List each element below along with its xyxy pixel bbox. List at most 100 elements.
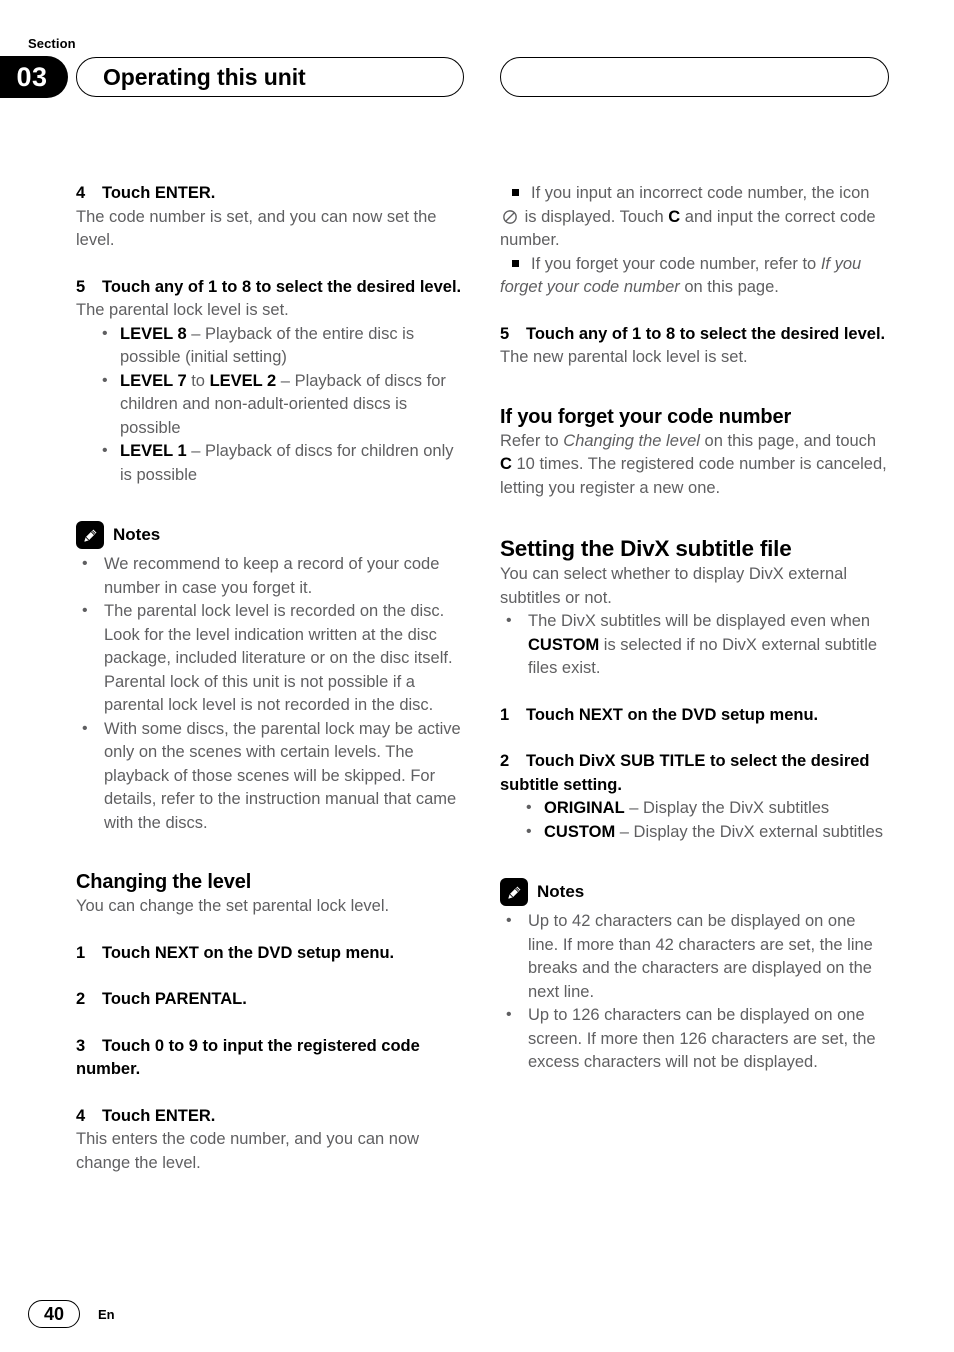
notes-header: Notes xyxy=(500,878,890,906)
step-number: 4 xyxy=(76,184,86,202)
step-heading: 5 Touch any of 1 to 8 to select the desir… xyxy=(500,323,890,347)
manual-page: Section 03 Operating this unit 4 Touch EN… xyxy=(0,0,954,1352)
list-item: LEVEL 7 to LEVEL 2 – Playback of discs f… xyxy=(76,369,466,441)
step-body: The new parental lock level is set. xyxy=(500,348,748,366)
body-text-part: Refer to xyxy=(500,431,564,450)
notes-list: Up to 42 characters can be displayed on … xyxy=(500,909,890,1075)
notes-list: We recommend to keep a record of your co… xyxy=(76,552,466,836)
step-title: Touch NEXT on the DVD setup menu. xyxy=(526,705,819,724)
subsection-heading: If you forget your code number xyxy=(500,405,792,428)
pencil-icon xyxy=(76,521,104,549)
note-text: is displayed. Touch xyxy=(520,207,669,226)
option-term-2: LEVEL 2 xyxy=(209,371,277,390)
list-item: LEVEL 8 – Playback of the entire disc is… xyxy=(76,322,466,370)
square-bullet-icon xyxy=(512,259,519,267)
subtitle-options-list: ORIGINAL – Display the DivX subtitles CU… xyxy=(500,796,890,845)
bullet-text: The DivX subtitles will be displayed eve… xyxy=(528,612,871,630)
step-title: Touch DivX SUB TITLE to select the desir… xyxy=(500,752,870,794)
option-term: LEVEL 8 xyxy=(120,324,187,343)
step-heading: 4 Touch ENTER. xyxy=(76,182,466,206)
note-keyword: C xyxy=(668,207,681,226)
option-desc: – Display the DivX external subtitles xyxy=(615,822,883,841)
language-code: En xyxy=(98,1306,115,1322)
body-reference: Changing the level xyxy=(563,431,700,450)
list-item: If you input an incorrect code number, t… xyxy=(500,182,890,253)
step-heading: 2 Touch DivX SUB TITLE to select the desi… xyxy=(500,750,890,797)
prohibition-icon xyxy=(502,209,518,225)
chapter-title-pill: Operating this unit xyxy=(76,57,464,97)
list-item: ORIGINAL – Display the DivX subtitles xyxy=(500,796,890,821)
step-title: Touch any of 1 to 8 to select the desire… xyxy=(102,277,462,296)
step-number: 1 xyxy=(76,943,86,962)
step-heading: 1 Touch NEXT on the DVD setup menu. xyxy=(76,942,466,966)
body-text-part: on this page, and touch xyxy=(699,431,877,450)
note-text: on this page. xyxy=(679,278,779,296)
section-heading: Setting the DivX subtitle file xyxy=(500,536,792,561)
list-item: Up to 126 characters can be displayed on… xyxy=(500,1003,890,1075)
step-body: The code number is set, and you can now … xyxy=(76,207,437,250)
subsection-body: Refer to Changing the level on this page… xyxy=(500,430,890,501)
list-item: Up to 42 characters can be displayed on … xyxy=(500,909,890,1004)
page-title: Operating this unit xyxy=(103,63,306,90)
body-text-part: 10 times. The registered code number is … xyxy=(500,455,887,497)
square-bullet-icon xyxy=(512,189,519,197)
option-joiner: to xyxy=(186,371,210,390)
list-item: We recommend to keep a record of your co… xyxy=(76,552,466,600)
notes-title: Notes xyxy=(537,882,585,901)
subsection-heading: Changing the level xyxy=(76,871,252,893)
list-item: CUSTOM – Display the DivX external subti… xyxy=(500,820,890,845)
list-item: If you forget your code number, refer to… xyxy=(500,253,890,300)
step-title: Touch ENTER. xyxy=(102,184,216,202)
page-footer: 40 En xyxy=(28,1300,115,1328)
left-column: 4 Touch ENTER. The code number is set, an… xyxy=(76,182,466,1175)
list-item: The parental lock level is recorded on t… xyxy=(76,599,466,718)
bullet-keyword: CUSTOM xyxy=(528,635,600,654)
step-number: 4 xyxy=(76,1106,86,1125)
section-number-badge: 03 xyxy=(0,56,68,98)
section-intro: You can select whether to display DivX e… xyxy=(500,565,847,607)
list-item: LEVEL 1 – Playback of discs for children… xyxy=(76,439,466,487)
step-title: Touch 0 to 9 to input the registered cod… xyxy=(76,1036,420,1079)
list-item: With some discs, the parental lock may b… xyxy=(76,717,466,836)
notes-title: Notes xyxy=(113,525,161,544)
page-number: 40 xyxy=(28,1300,80,1328)
note-text: If you forget your code number, refer to xyxy=(531,254,821,273)
step-number: 3 xyxy=(76,1036,86,1055)
option-term: LEVEL 1 xyxy=(120,442,187,460)
step-number: 2 xyxy=(76,990,86,1008)
step-body: The parental lock level is set. xyxy=(76,301,289,319)
step-heading: 2 Touch PARENTAL. xyxy=(76,988,466,1012)
square-bullet-notes: If you input an incorrect code number, t… xyxy=(500,182,890,300)
option-term: CUSTOM xyxy=(544,822,616,841)
step-heading: 4 Touch ENTER. xyxy=(76,1105,466,1129)
step-body: This enters the code number, and you can… xyxy=(76,1130,420,1172)
blank-header-pill xyxy=(500,57,889,97)
option-term: ORIGINAL xyxy=(544,799,625,817)
step-title: Touch any of 1 to 8 to select the desire… xyxy=(526,324,886,343)
level-options-list: LEVEL 8 – Playback of the entire disc is… xyxy=(76,322,466,488)
option-desc: – Display the DivX subtitles xyxy=(624,799,830,817)
section-label: Section xyxy=(28,36,76,51)
page-header: Section 03 Operating this unit xyxy=(0,0,954,130)
body-keyword: C xyxy=(500,455,512,473)
step-heading: 1 Touch NEXT on the DVD setup menu. xyxy=(500,704,890,728)
step-number: 5 xyxy=(500,324,510,343)
option-term: LEVEL 7 xyxy=(120,371,187,390)
notes-header: Notes xyxy=(76,521,466,549)
pencil-icon xyxy=(500,878,528,906)
step-number: 5 xyxy=(76,277,86,296)
divx-bullet-list: The DivX subtitles will be displayed eve… xyxy=(500,609,890,681)
